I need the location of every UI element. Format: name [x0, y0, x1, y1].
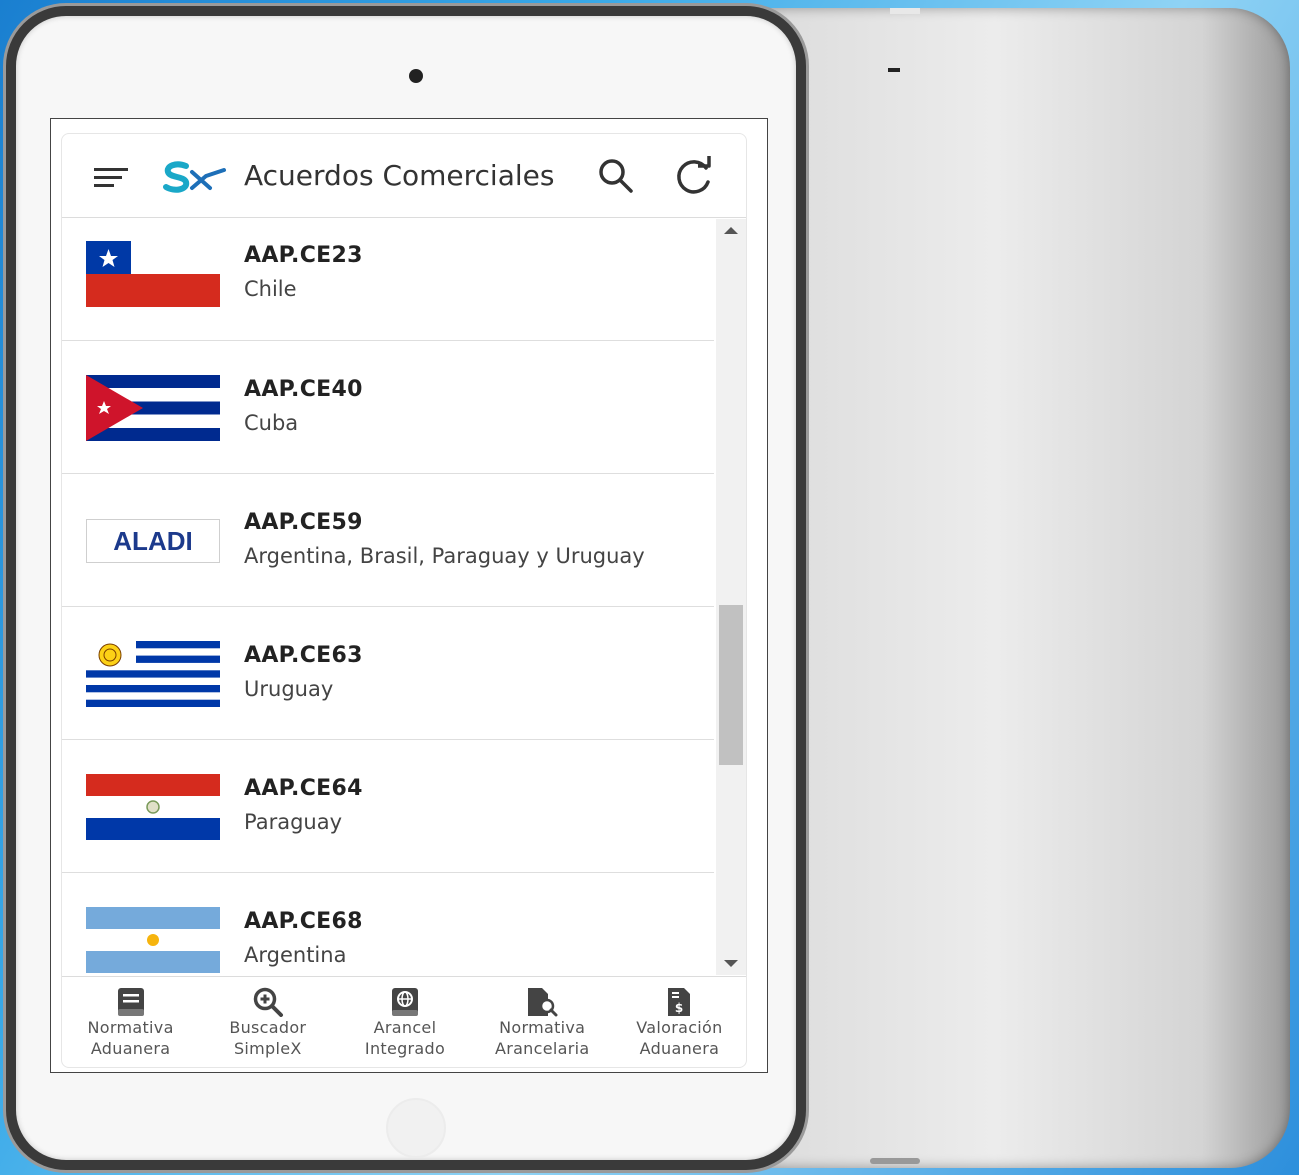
- agreement-code: AAP.CE23: [244, 243, 363, 268]
- tablet-back-button: [890, 8, 920, 14]
- tablet-back-mark: [888, 68, 900, 72]
- agreement-country: Cuba: [244, 411, 299, 435]
- nav-label: Arancel: [373, 1018, 437, 1037]
- list-item[interactable]: AAP.CE23 Chile: [62, 219, 714, 341]
- agreement-country: Chile: [244, 277, 297, 301]
- list-item[interactable]: AAP.CE40 Cuba: [62, 341, 714, 474]
- nav-label: Normativa: [499, 1018, 586, 1037]
- nav-buscador-simplex[interactable]: Buscador SimpleX: [199, 977, 336, 1067]
- list-item[interactable]: AAP.CE64 Paraguay: [62, 740, 714, 873]
- nav-label: Aduanera: [639, 1039, 720, 1058]
- svg-text:$: $: [675, 1001, 683, 1015]
- document-search-icon: [528, 988, 558, 1017]
- list-item[interactable]: AAP.CE63 Uruguay: [62, 607, 714, 740]
- list-scrollbar[interactable]: [716, 219, 746, 975]
- tablet-back-port: [870, 1158, 920, 1164]
- agreement-code: AAP.CE40: [244, 377, 363, 402]
- agreement-code: AAP.CE68: [244, 909, 363, 934]
- scrollbar-thumb[interactable]: [719, 605, 743, 765]
- argentina-flag-icon: [86, 907, 220, 973]
- app-toolbar: Acuerdos Comerciales: [62, 134, 746, 218]
- agreements-list[interactable]: AAP.CE23 Chile AAP.CE40 Cuba ALADI AAP.C…: [62, 219, 714, 975]
- zoom-in-icon: [253, 987, 283, 1017]
- bottom-navigation: Normativa Aduanera Buscador SimpleX Aran…: [62, 976, 746, 1067]
- agreement-code: AAP.CE59: [244, 510, 363, 535]
- agreement-country: Argentina: [244, 943, 347, 967]
- nav-valoracion-aduanera[interactable]: $ Valoración Aduanera: [611, 977, 746, 1067]
- nav-label: Integrado: [364, 1039, 446, 1058]
- search-icon[interactable]: [596, 156, 636, 196]
- scroll-down-arrow-icon[interactable]: [724, 960, 738, 967]
- cuba-flag-icon: [86, 375, 220, 441]
- app-title: Acuerdos Comerciales: [244, 159, 555, 192]
- paraguay-flag-icon: [86, 774, 220, 840]
- app-window: Acuerdos Comerciales AAP.CE23 Chile AAP.…: [61, 133, 747, 1068]
- globe-book-icon: [392, 988, 418, 1016]
- nav-label: Buscador: [229, 1018, 307, 1037]
- nav-label: Aduanera: [90, 1039, 171, 1058]
- tablet-screen: Acuerdos Comerciales AAP.CE23 Chile AAP.…: [50, 118, 768, 1073]
- nav-label: SimpleX: [233, 1039, 302, 1058]
- invoice-dollar-icon: $: [668, 988, 691, 1016]
- uruguay-flag-icon: [86, 641, 220, 707]
- nav-label: Arancelaria: [494, 1039, 590, 1058]
- agreement-code: AAP.CE64: [244, 776, 363, 801]
- book-icon: [117, 988, 144, 1016]
- agreement-country: Uruguay: [244, 677, 334, 701]
- menu-icon[interactable]: [94, 166, 130, 190]
- camera-icon: [409, 69, 423, 83]
- aladi-logo-icon: ALADI: [86, 519, 220, 563]
- agreement-country: Paraguay: [244, 810, 343, 834]
- tablet-device: Acuerdos Comerciales AAP.CE23 Chile AAP.…: [6, 6, 806, 1170]
- nav-arancel-integrado[interactable]: Arancel Integrado: [336, 977, 473, 1067]
- nav-normativa-aduanera[interactable]: Normativa Aduanera: [62, 977, 199, 1067]
- list-item[interactable]: AAP.CE68 Argentina: [62, 873, 714, 975]
- aladi-logo-text: ALADI: [113, 526, 192, 556]
- agreement-country: Argentina, Brasil, Paraguay y Uruguay: [244, 544, 645, 568]
- nav-label: Valoración: [636, 1018, 723, 1037]
- simplex-logo-icon: [163, 161, 226, 193]
- scroll-up-arrow-icon[interactable]: [724, 227, 738, 234]
- refresh-icon[interactable]: [672, 156, 716, 196]
- home-button[interactable]: [386, 1098, 446, 1158]
- agreement-code: AAP.CE63: [244, 643, 363, 668]
- nav-label: Normativa: [87, 1018, 174, 1037]
- list-item[interactable]: ALADI AAP.CE59 Argentina, Brasil, Paragu…: [62, 474, 714, 607]
- nav-normativa-arancelaria[interactable]: Normativa Arancelaria: [474, 977, 611, 1067]
- chile-flag-icon: [86, 241, 220, 307]
